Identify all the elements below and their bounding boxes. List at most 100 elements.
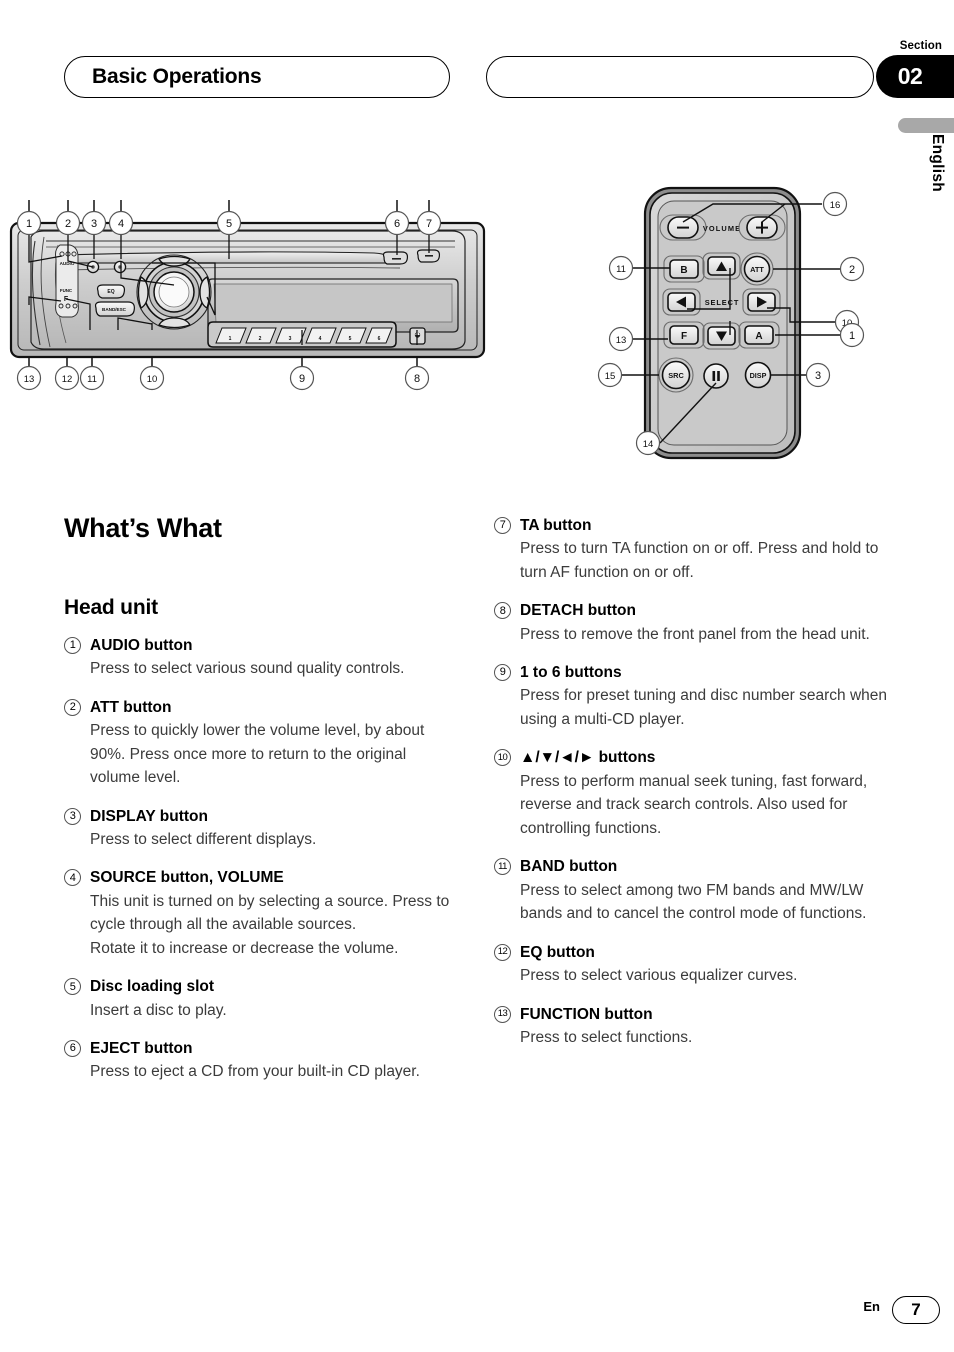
entry-header: 12 EQ button [494, 941, 890, 964]
entry-body: Press to turn TA function on or off. Pre… [520, 540, 879, 581]
svg-text:10: 10 [147, 374, 158, 385]
entry-number-badge: 9 [494, 664, 511, 682]
entry-title: SOURCE button, VOLUME [90, 869, 284, 887]
svg-text:9: 9 [299, 373, 305, 385]
svg-text:13: 13 [24, 374, 35, 385]
entry-body: Insert a disc to play. [90, 1001, 227, 1019]
head-unit-band-button: BAND/ESC [94, 301, 135, 317]
entry-body: Press to select various sound quality co… [90, 660, 405, 678]
footer-page-number: 7 [892, 1296, 940, 1324]
entry-header: 1 AUDIO button [64, 634, 460, 657]
svg-text:DISP: DISP [750, 371, 767, 380]
svg-text:7: 7 [426, 218, 432, 230]
entry-13: 13 FUNCTION button Press to select functio… [494, 1003, 890, 1050]
entry-12: 12 EQ button Press to select various equal… [494, 941, 890, 988]
entry-11: 11 BAND button Press to select among two F… [494, 855, 890, 925]
language-bar [898, 118, 954, 133]
entry-body: Press to quickly lower the volume level,… [90, 722, 425, 787]
entry-number-badge: 2 [64, 698, 81, 716]
header-pill-left: Basic Operations [64, 56, 450, 98]
svg-text:15: 15 [605, 371, 616, 382]
svg-text:4: 4 [319, 336, 322, 342]
entry-title: BAND button [520, 858, 618, 876]
svg-text:8: 8 [414, 373, 420, 385]
entry-title: AUDIO button [90, 637, 193, 654]
entry-title: FUNCTION button [520, 1005, 653, 1023]
entries-column-left: 1 AUDIO button Press to select various sou… [64, 634, 460, 1099]
entry-header: 6 EJECT button [64, 1037, 460, 1060]
svg-text:1: 1 [229, 336, 232, 342]
entry-header: 10 ▲/▼/◄/► buttons [494, 746, 890, 769]
remote-volume-label: VOLUME [703, 224, 741, 233]
entry-number-badge: 4 [64, 869, 81, 887]
entry-header: 5 Disc loading slot [64, 975, 460, 998]
remote-pause-button [703, 363, 729, 389]
svg-text:6: 6 [394, 218, 400, 230]
head-unit-callouts-bottom: 13 12 11 10 9 8 [16, 365, 430, 391]
entry-title: EJECT button [90, 1040, 193, 1058]
entry-body: This unit is turned on by selecting a so… [90, 892, 450, 957]
svg-text:3: 3 [289, 336, 292, 342]
manual-page: Basic Operations Section 02 English AUDI… [0, 0, 954, 1352]
entry-title: ATT button [90, 698, 172, 716]
svg-text:EQ: EQ [107, 289, 114, 295]
entry-body: Press to select different displays. [90, 830, 317, 848]
page-title: Basic Operations [92, 65, 262, 88]
svg-text:ATT: ATT [750, 265, 764, 274]
entry-body: Press to remove the front panel from the… [520, 625, 870, 643]
entry-number-badge: 8 [494, 602, 511, 620]
product-diagrams-svg: AUDIO FUNC F EQ BAND/ESC 1 2 3 4 5 6 1 2… [9, 186, 865, 460]
header-pill-right [486, 56, 874, 98]
entry-header: 3 DISPLAY button [64, 805, 460, 828]
footer-language-code: En [863, 1299, 880, 1314]
svg-text:13: 13 [616, 335, 627, 346]
entry-9: 9 1 to 6 buttons Press for preset tuning a… [494, 661, 890, 731]
entry-body: Press to select functions. [520, 1028, 693, 1046]
entry-body: Press to eject a CD from your built-in C… [90, 1063, 420, 1081]
svg-text:6: 6 [378, 336, 381, 342]
entry-number-badge: 6 [64, 1040, 81, 1058]
svg-text:2: 2 [849, 264, 855, 276]
svg-text:BAND/ESC: BAND/ESC [102, 307, 127, 312]
entry-number-badge: 12 [494, 943, 511, 961]
entry-6: 6 EJECT button Press to eject a CD from yo… [64, 1037, 460, 1084]
entry-4: 4 SOURCE button, VOLUME This unit is turne… [64, 866, 460, 960]
svg-text:2: 2 [259, 336, 262, 342]
svg-text:4: 4 [118, 218, 124, 230]
entry-title: ▲/▼/◄/► buttons [520, 749, 656, 767]
entry-10: 10 ▲/▼/◄/► buttons Press to perform manual… [494, 746, 890, 840]
section-badge: 02 [876, 55, 954, 98]
entry-number-badge: 13 [494, 1005, 511, 1023]
entry-title: Disc loading slot [90, 978, 215, 996]
section-label: Section [899, 40, 942, 52]
svg-text:5: 5 [226, 218, 232, 230]
entry-1: 1 AUDIO button Press to select various sou… [64, 634, 460, 681]
entry-title: TA button [520, 517, 592, 534]
entry-body: Press to perform manual seek tuning, fas… [520, 772, 868, 837]
svg-text:1: 1 [26, 218, 32, 230]
entry-title: EQ button [520, 943, 595, 961]
entry-number-badge: 7 [494, 517, 511, 534]
remote-disp-button: DISP [744, 361, 772, 389]
section-heading-whats-what: What’s What [64, 513, 222, 543]
svg-text:1: 1 [849, 330, 855, 342]
entry-body: Press for preset tuning and disc number … [520, 687, 888, 728]
entry-number-badge: 3 [64, 807, 81, 825]
entry-body: Press to select among two FM bands and M… [520, 881, 867, 923]
entry-body: Press to select various equalizer curves… [520, 966, 798, 984]
entry-number-badge: 10 [494, 749, 511, 767]
svg-text:5: 5 [349, 336, 352, 342]
svg-text:14: 14 [643, 439, 654, 450]
entry-title: DETACH button [520, 602, 636, 620]
entry-2: 2 ATT button Press to quickly lower the vo… [64, 696, 460, 790]
head-unit-illustration: AUDIO FUNC F EQ BAND/ESC 1 2 3 4 5 6 1 2… [9, 200, 486, 391]
svg-text:F: F [681, 331, 687, 342]
svg-text:FUNC: FUNC [60, 288, 73, 293]
svg-text:12: 12 [62, 374, 73, 385]
entries-column-right: 7 TA button Press to turn TA function on o… [494, 514, 890, 1064]
head-unit-display-button [113, 260, 127, 274]
entry-header: 4 SOURCE button, VOLUME [64, 866, 460, 889]
svg-text:16: 16 [830, 200, 841, 211]
entry-number-badge: 5 [64, 978, 81, 996]
entry-header: 11 BAND button [494, 855, 890, 878]
